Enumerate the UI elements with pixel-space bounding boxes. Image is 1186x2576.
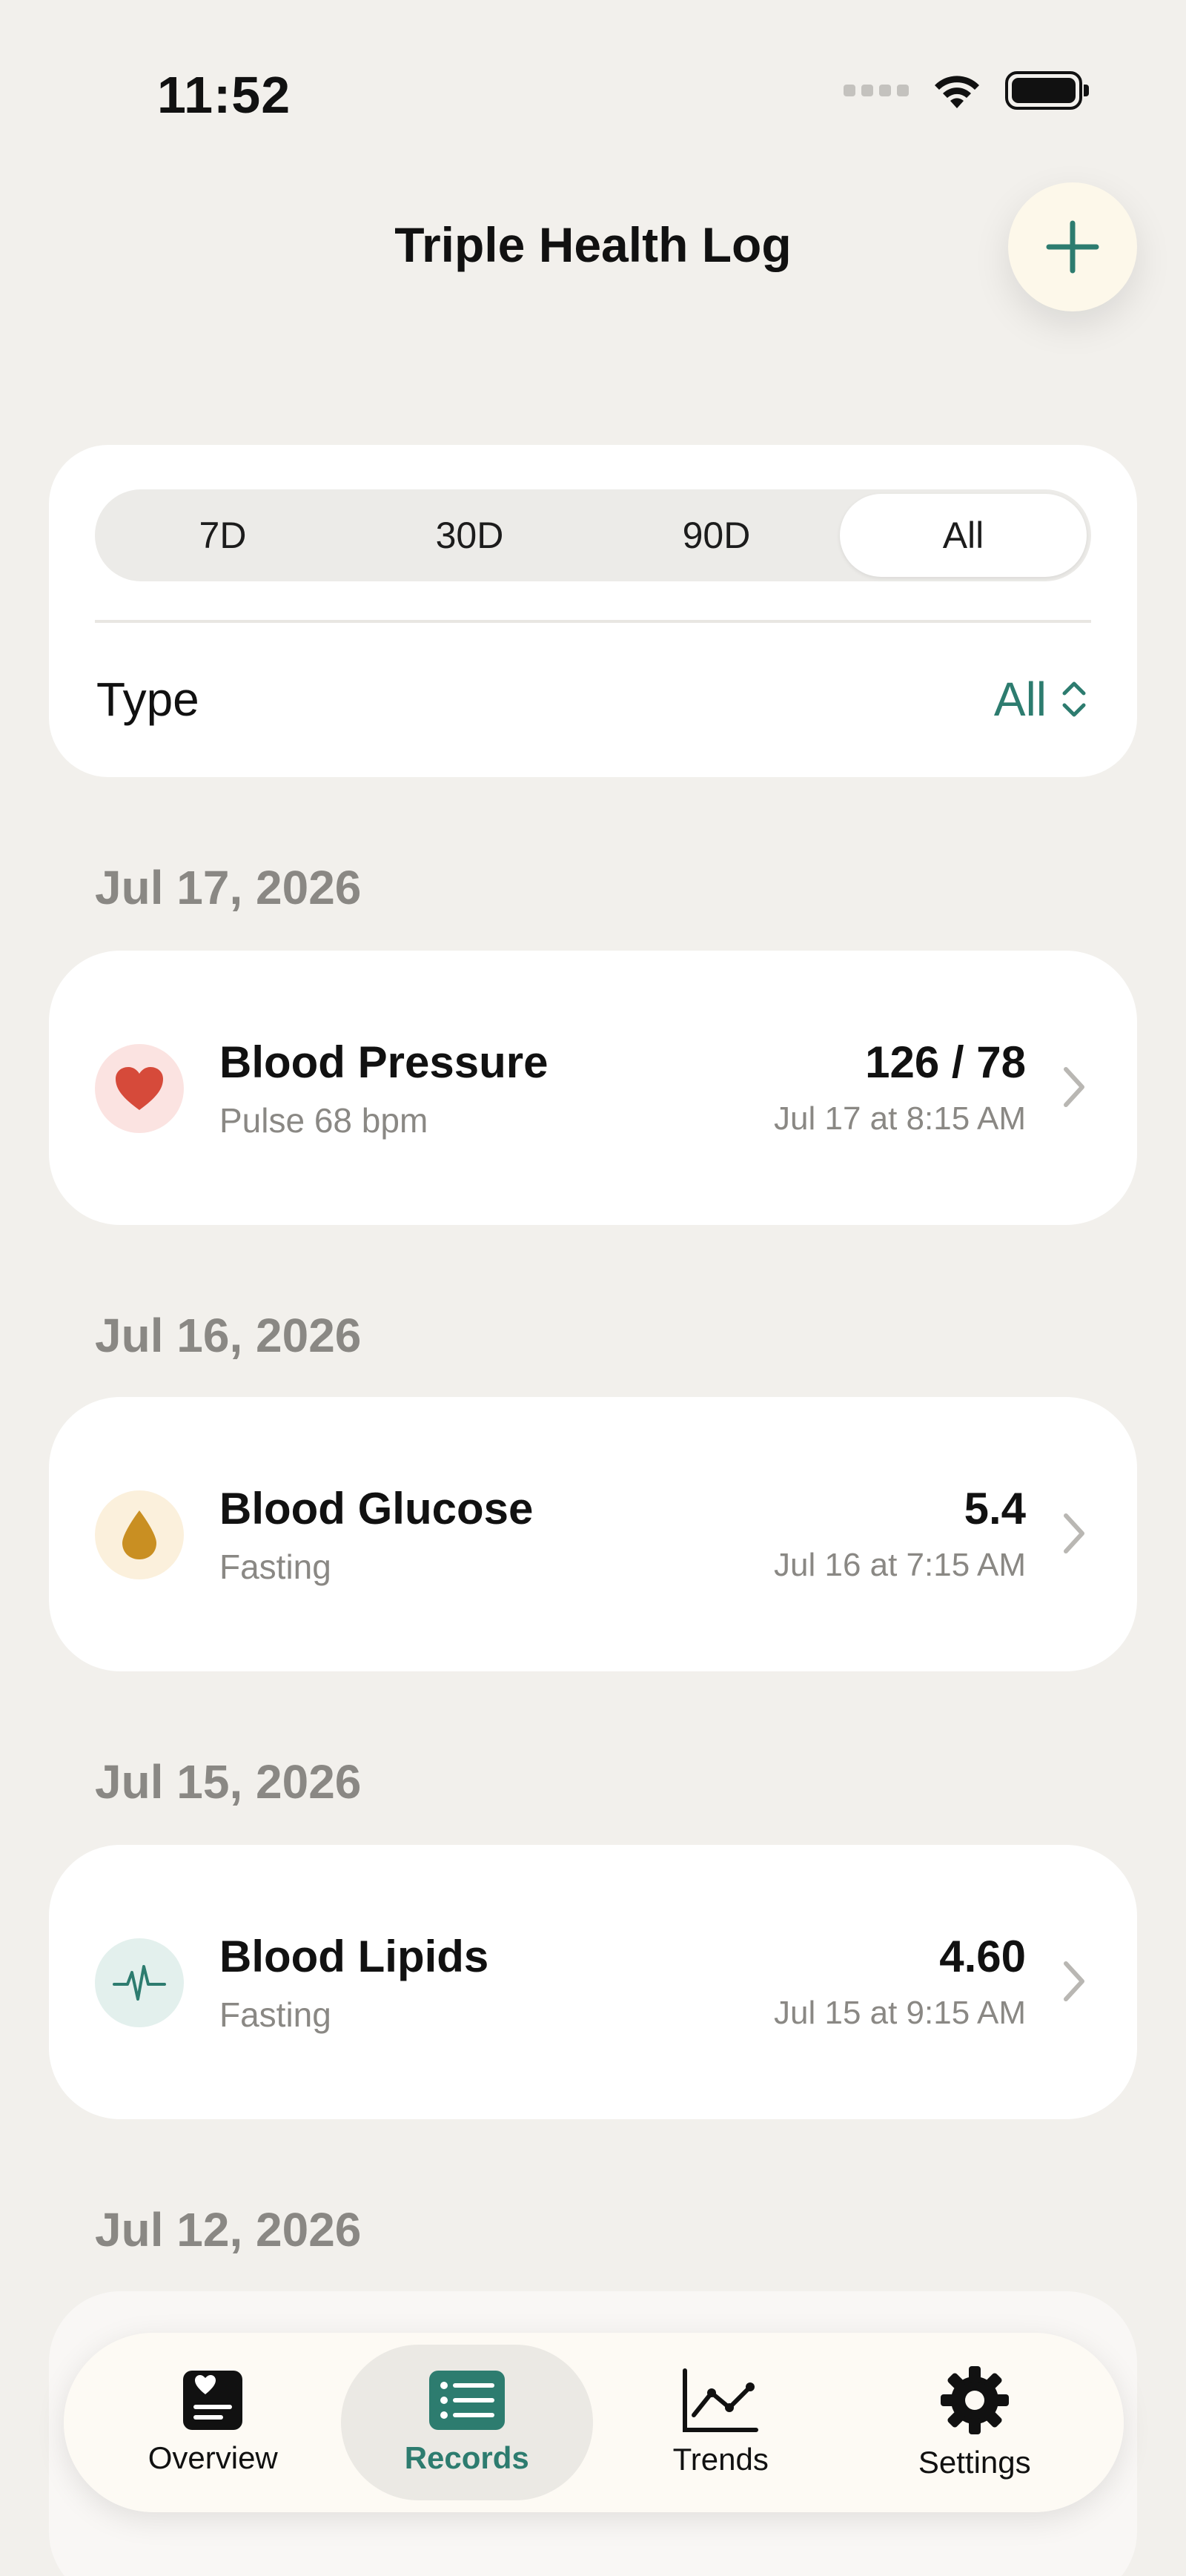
date-header: Jul 16, 2026: [95, 1309, 362, 1362]
tab-settings[interactable]: Settings: [849, 2345, 1101, 2500]
add-record-button[interactable]: [1008, 182, 1137, 311]
date-range-segmented-control: 7D 30D 90D All: [95, 489, 1091, 581]
range-30d[interactable]: 30D: [346, 494, 593, 577]
record-value: 4.60: [939, 1932, 1026, 1981]
record-card-blood-glucose[interactable]: Blood Glucose Fasting 5.4 Jul 16 at 7:15…: [49, 1397, 1137, 1671]
record-time: Jul 17 at 8:15 AM: [774, 1100, 1026, 1137]
filter-divider: [95, 620, 1091, 623]
tab-overview[interactable]: Overview: [87, 2345, 339, 2500]
plus-icon: [1046, 220, 1099, 274]
record-subtitle: Fasting: [219, 1548, 331, 1586]
trends-icon: [683, 2368, 759, 2432]
chevron-right-icon: [1064, 1513, 1084, 1553]
record-name: Blood Pressure: [219, 1037, 549, 1087]
date-header: Jul 12, 2026: [95, 2203, 362, 2256]
tab-label: Settings: [918, 2445, 1031, 2480]
type-label: Type: [96, 673, 199, 726]
tab-label: Trends: [672, 2442, 769, 2477]
filter-card: 7D 30D 90D All Type All: [49, 445, 1137, 777]
range-7d[interactable]: 7D: [99, 494, 346, 577]
record-card-blood-pressure[interactable]: Blood Pressure Pulse 68 bpm 126 / 78 Jul…: [49, 951, 1137, 1225]
tab-bar: Overview Records Trends Settings: [64, 2333, 1124, 2512]
up-down-chevron-icon: [1062, 681, 1086, 717]
record-value: 5.4: [964, 1484, 1026, 1533]
status-icons: [844, 71, 1089, 110]
date-header: Jul 15, 2026: [95, 1755, 362, 1809]
wifi-icon: [935, 76, 979, 108]
record-icon-wrapper: [95, 1044, 184, 1133]
pulse-icon: [113, 1965, 166, 2001]
tab-trends[interactable]: Trends: [594, 2345, 847, 2500]
cellular-signal-icon: [844, 85, 909, 96]
overview-icon: [183, 2371, 243, 2430]
battery-icon: [1005, 71, 1089, 110]
record-icon-wrapper: [95, 1490, 184, 1579]
chevron-right-icon: [1064, 1067, 1084, 1107]
tab-label: Records: [404, 2440, 529, 2475]
chevron-right-icon: [1064, 1961, 1084, 2001]
date-header: Jul 17, 2026: [95, 861, 362, 914]
tab-records[interactable]: Records: [340, 2345, 593, 2500]
record-time: Jul 15 at 9:15 AM: [774, 1995, 1026, 2031]
record-name: Blood Lipids: [219, 1932, 489, 1981]
range-90d[interactable]: 90D: [593, 494, 840, 577]
type-picker[interactable]: All: [994, 672, 1088, 727]
type-picker-value: All: [993, 673, 1047, 726]
record-subtitle: Pulse 68 bpm: [219, 1101, 428, 1140]
record-name: Blood Glucose: [219, 1484, 534, 1533]
record-card-blood-lipids[interactable]: Blood Lipids Fasting 4.60 Jul 15 at 9:15…: [49, 1845, 1137, 2119]
gear-icon: [940, 2366, 1009, 2434]
record-value: 126 / 78: [865, 1037, 1026, 1087]
range-all[interactable]: All: [840, 494, 1087, 577]
drop-icon: [122, 1510, 156, 1559]
record-subtitle: Fasting: [219, 1995, 331, 2034]
tab-label: Overview: [148, 2440, 278, 2475]
record-time: Jul 16 at 7:15 AM: [774, 1547, 1026, 1583]
heart-icon: [116, 1067, 163, 1110]
status-time: 11:52: [157, 66, 291, 124]
records-icon: [428, 2371, 505, 2430]
record-icon-wrapper: [95, 1938, 184, 2027]
